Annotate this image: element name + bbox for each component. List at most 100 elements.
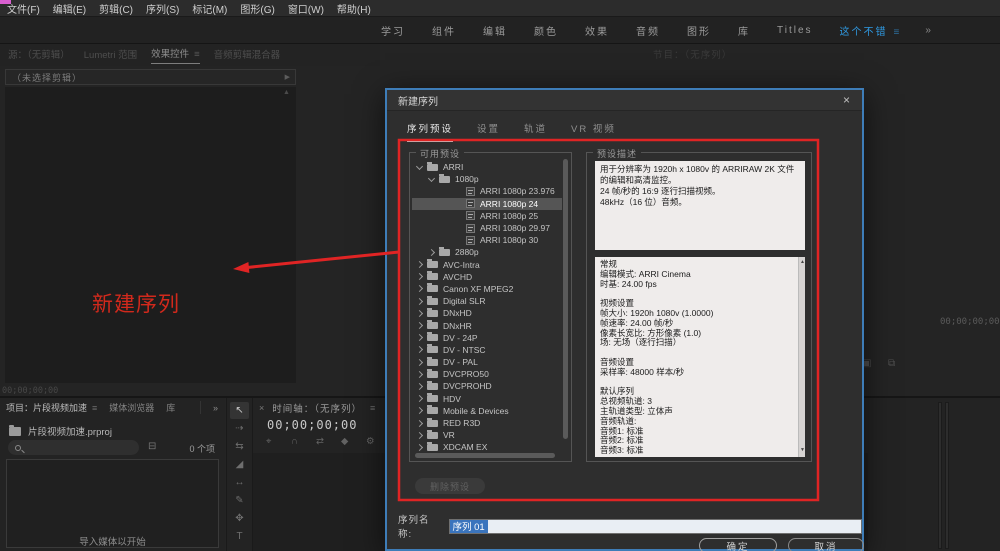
tree-twisty-icon[interactable]	[428, 249, 435, 256]
timeline-timecode[interactable]: 00;00;00;00	[267, 418, 357, 432]
tree-twisty-icon[interactable]	[416, 432, 423, 439]
workspace-tab[interactable]: 音频≡	[636, 23, 660, 38]
left-panel-tab[interactable]: 源：（无剪辑）≡	[8, 47, 70, 64]
type-tool-icon[interactable]: T	[230, 528, 249, 545]
preset-tree-row[interactable]: DNxHR	[412, 319, 562, 331]
preset-tree-row[interactable]: ARRI 1080p 24	[412, 198, 562, 210]
tree-twisty-icon[interactable]	[416, 261, 423, 268]
tree-twisty-icon[interactable]	[416, 322, 423, 329]
preset-tree-row[interactable]: Mobile & Devices	[412, 405, 562, 417]
preset-tree-row[interactable]: 1080p	[412, 173, 562, 185]
tree-vertical-scrollbar[interactable]	[563, 159, 568, 439]
preset-tree-row[interactable]: XDCAM EX	[412, 441, 562, 453]
tree-twisty-icon[interactable]	[416, 359, 423, 366]
dialog-tab[interactable]: 设置	[477, 121, 500, 142]
preset-tree-row[interactable]: 2880p	[412, 246, 562, 258]
left-panel-tab[interactable]: Lumetri 范围≡	[84, 47, 137, 64]
menu-item[interactable]: 剪辑(C)	[99, 1, 133, 16]
scroll-down-icon[interactable]: ▼	[799, 446, 806, 456]
menu-item[interactable]: 文件(F)	[7, 1, 40, 16]
preset-tree-row[interactable]: DVCPRO50	[412, 368, 562, 380]
scroll-up-icon[interactable]: ▲	[799, 258, 806, 268]
panel-menu-icon[interactable]: ≡	[894, 27, 900, 38]
preset-tree-row[interactable]: ARRI 1080p 29.97	[412, 222, 562, 234]
workspace-tab[interactable]: 学习≡	[381, 23, 405, 38]
workspace-tab[interactable]: 组件≡	[432, 23, 456, 38]
tree-twisty-icon[interactable]	[416, 285, 423, 292]
project-overflow-chevron-icon[interactable]: »	[213, 403, 218, 413]
tree-twisty-icon[interactable]	[428, 175, 435, 182]
resize-caret-icon[interactable]: ▲	[283, 89, 290, 96]
close-panel-icon[interactable]: ×	[259, 403, 264, 413]
preset-tree-row[interactable]: ARRI 1080p 25	[412, 210, 562, 222]
left-panel-tab[interactable]: 音频剪辑混合器≡	[214, 47, 281, 64]
close-icon[interactable]: ×	[843, 94, 850, 106]
preset-tree-row[interactable]: ARRI	[412, 161, 562, 173]
workspace-tab[interactable]: Titles≡	[777, 25, 813, 36]
sequence-name-input[interactable]: 序列 01	[449, 519, 863, 534]
menu-item[interactable]: 帮助(H)	[337, 1, 371, 16]
left-panel-tab[interactable]: 效果控件≡	[151, 46, 200, 64]
tree-twisty-icon[interactable]	[416, 310, 423, 317]
project-tab[interactable]: 项目：片段视频加速≡	[6, 401, 97, 414]
selection-tool-icon[interactable]: ↖	[230, 402, 249, 419]
preset-tree-row[interactable]: DV - 24P	[412, 332, 562, 344]
ok-button[interactable]: 确定	[699, 538, 777, 551]
pen-tool-icon[interactable]: ✎	[230, 492, 249, 509]
preset-tree-row[interactable]: AVC-Intra	[412, 259, 562, 271]
slip-tool-icon[interactable]: ↔	[230, 474, 249, 491]
panel-menu-icon[interactable]: ≡	[194, 49, 200, 60]
preset-tree-row[interactable]: VR	[412, 429, 562, 441]
magnet-icon[interactable]: ∩	[291, 436, 316, 447]
menu-item[interactable]: 序列(S)	[146, 1, 179, 16]
workspace-tab[interactable]: 图形≡	[687, 23, 711, 38]
dialog-tab[interactable]: VR 视频	[571, 121, 616, 142]
tree-twisty-icon[interactable]	[416, 407, 423, 414]
tree-twisty-icon[interactable]	[416, 395, 423, 402]
panel-menu-icon[interactable]: ≡	[92, 403, 97, 413]
workspace-tab[interactable]: 编辑≡	[483, 23, 507, 38]
hand-tool-icon[interactable]: ✥	[230, 510, 249, 527]
preset-tree-row[interactable]: DV - NTSC	[412, 344, 562, 356]
panel-menu-icon[interactable]: ≡	[370, 403, 375, 413]
menu-item[interactable]: 图形(G)	[240, 1, 274, 16]
dialog-tab[interactable]: 序列预设	[407, 121, 453, 142]
dialog-title-bar[interactable]: 新建序列 ×	[387, 90, 862, 111]
cancel-button[interactable]: 取消	[788, 538, 864, 551]
tree-twisty-icon[interactable]	[416, 298, 423, 305]
razor-tool-icon[interactable]: ◢	[230, 456, 249, 473]
preset-tree-row[interactable]: ARRI 1080p 30	[412, 234, 562, 246]
preset-tree-row[interactable]: ARRI 1080p 23.976	[412, 185, 562, 197]
tree-twisty-icon[interactable]	[416, 273, 423, 280]
tree-twisty-icon[interactable]	[416, 371, 423, 378]
workspace-tab[interactable]: 效果≡	[585, 23, 609, 38]
menu-item[interactable]: 编辑(E)	[53, 1, 86, 16]
linked-selection-icon[interactable]: ⇄	[316, 436, 341, 447]
workspace-tab[interactable]: 库≡	[738, 23, 750, 38]
description-scrollbar[interactable]: ▲ ▼	[798, 257, 805, 457]
project-tab[interactable]: 库≡	[166, 401, 175, 414]
marker-icon[interactable]: ◆	[341, 436, 366, 447]
snap-icon[interactable]: ⌖	[266, 436, 291, 447]
timeline-title[interactable]: 时间轴：（无序列）	[272, 401, 362, 415]
tree-twisty-icon[interactable]	[416, 163, 423, 170]
preset-tree-row[interactable]: Digital SLR	[412, 295, 562, 307]
workspace-tab[interactable]: 这个不错≡	[840, 23, 900, 38]
tree-horizontal-scrollbar[interactable]	[415, 453, 555, 458]
track-select-tool-icon[interactable]: ⇢	[230, 420, 249, 437]
delete-preset-button[interactable]: 删除预设	[415, 478, 485, 494]
project-search-input[interactable]	[8, 440, 139, 455]
ripple-edit-tool-icon[interactable]: ⇆	[230, 438, 249, 455]
new-bin-icon[interactable]: ⊟	[148, 441, 156, 452]
comparison-view-icon[interactable]: ⧉	[888, 358, 895, 369]
preset-tree-row[interactable]: DVCPROHD	[412, 380, 562, 392]
preset-tree-row[interactable]: DNxHD	[412, 307, 562, 319]
tree-twisty-icon[interactable]	[416, 383, 423, 390]
dialog-tab[interactable]: 轨道	[524, 121, 547, 142]
preset-tree-row[interactable]: HDV	[412, 393, 562, 405]
project-file-row[interactable]: 片段视频加速.prproj	[9, 424, 112, 438]
menu-item[interactable]: 标记(M)	[192, 1, 227, 16]
preset-tree-row[interactable]: DV - PAL	[412, 356, 562, 368]
tree-twisty-icon[interactable]	[416, 419, 423, 426]
expand-right-icon[interactable]: ▶	[285, 73, 290, 81]
